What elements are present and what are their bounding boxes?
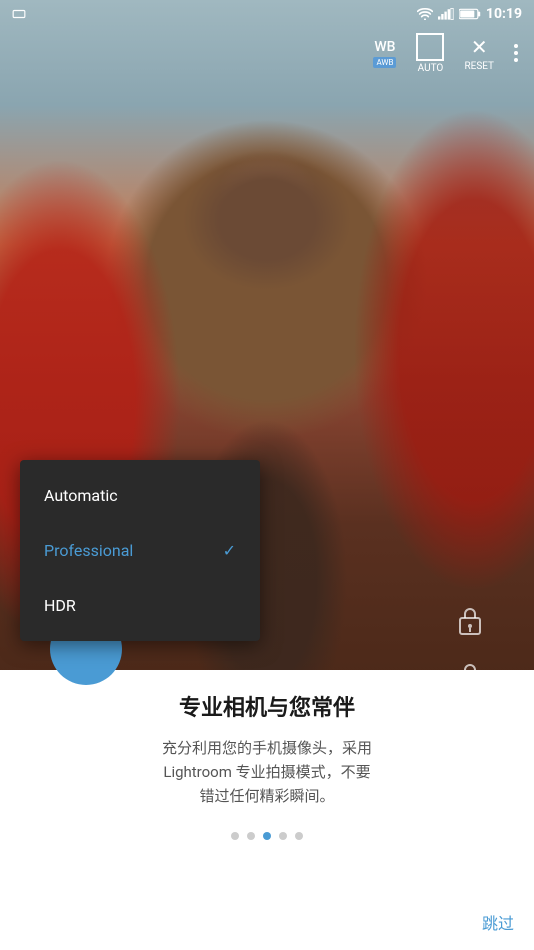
reset-label: RESET [464,61,494,72]
pagination-dots [231,832,303,840]
portrait-mode-button[interactable] [456,660,484,692]
signal-icon [438,8,454,20]
right-controls [456,606,484,692]
focus-frame [416,33,444,61]
wifi-icon [417,8,433,20]
dot-4 [279,832,287,840]
dot-1 [231,832,239,840]
dropdown-item-hdr[interactable]: HDR [20,578,260,633]
bottom-description: 充分利用您的手机摄像头，采用Lightroom 专业拍摄模式，不要错过任何精彩瞬… [162,736,372,808]
skip-button[interactable]: 跳过 [482,910,514,934]
face-icon [456,660,484,688]
dot-2 [247,832,255,840]
dropdown-item-hdr-label: HDR [44,596,76,615]
exposure-lock-button[interactable] [457,606,483,640]
checkmark-icon: ✓ [223,541,236,560]
dropdown-item-professional[interactable]: Professional ✓ [20,523,260,578]
battery-icon [459,8,481,20]
reset-control[interactable]: ✕ RESET [464,35,494,72]
mode-dropdown: Automatic Professional ✓ HDR [20,460,260,641]
dropdown-item-automatic-label: Automatic [44,486,118,505]
dot-3 [263,832,271,840]
lock-icon [457,606,483,636]
bottom-panel: 专业相机与您常伴 充分利用您的手机摄像头，采用Lightroom 专业拍摄模式，… [0,670,534,950]
app-icon [12,7,26,21]
wb-badge: AWB [373,57,396,68]
wb-control[interactable]: WB AWB [373,39,396,68]
dot-5 [295,832,303,840]
bottom-title: 专业相机与您常伴 [179,690,355,722]
auto-label: AUTO [418,63,444,74]
dropdown-item-automatic[interactable]: Automatic [20,468,260,523]
close-icon: ✕ [471,35,488,59]
status-bar-left [12,7,26,21]
status-icons: 10:19 [417,6,522,22]
wb-label: WB [374,39,395,55]
auto-focus-control[interactable]: AUTO [416,33,444,74]
camera-top-bar: WB AWB AUTO ✕ RESET [0,28,534,78]
status-bar: 10:19 [0,0,534,28]
more-options-button[interactable] [514,44,518,62]
clock: 10:19 [486,6,522,22]
dropdown-item-professional-label: Professional [44,541,133,560]
